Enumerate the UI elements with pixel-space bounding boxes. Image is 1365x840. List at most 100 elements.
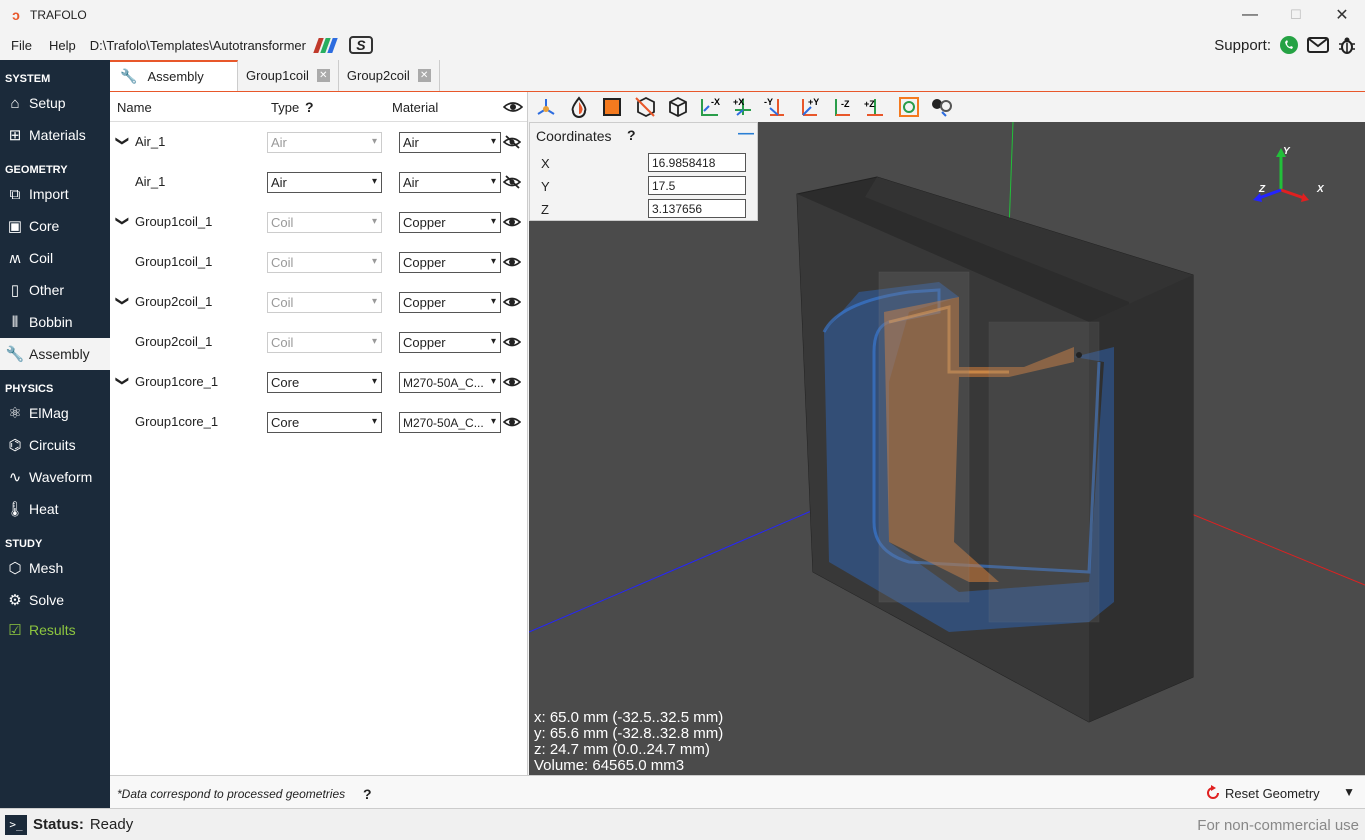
chevron-down-icon[interactable]: ❯ (114, 296, 130, 307)
coord-x-label: X (541, 156, 550, 171)
column-header-name[interactable]: Name (117, 92, 152, 122)
material-select[interactable]: Copper ▾ (399, 252, 501, 273)
column-header-type[interactable]: Type (271, 92, 299, 122)
svg-text:-Y: -Y (764, 97, 773, 107)
table-row[interactable]: Group1coil_1 Coil ▾ Copper ▾ (110, 242, 528, 282)
sidebar-item-results[interactable]: ☑ Results (0, 616, 110, 644)
eye-icon[interactable] (503, 334, 521, 350)
3d-viewport[interactable]: Y X Z Coordinates ? — X 16.9858418 Y 17.… (529, 122, 1365, 775)
cube-view-icon[interactable] (661, 94, 694, 120)
eye-icon[interactable] (503, 294, 521, 310)
eye-icon[interactable] (503, 414, 521, 430)
sidebar-item-heat[interactable]: 🌡 Heat (0, 493, 110, 525)
eye-icon[interactable] (503, 99, 523, 115)
chevron-down-icon[interactable]: ❯ (114, 376, 130, 387)
script-icon[interactable]: S (348, 36, 373, 54)
table-row[interactable]: Group1core_1 Core ▾ M270-50A_C... ▾ (110, 402, 528, 442)
sidebar-item-assembly[interactable]: 🔧 Assembly (0, 338, 110, 370)
menu-help[interactable]: Help (43, 38, 82, 53)
type-help-icon[interactable]: ? (305, 92, 314, 122)
type-select: Coil ▾ (267, 212, 382, 233)
sidebar-item-other[interactable]: ▯ Other (0, 274, 110, 306)
maximize-button[interactable]: ☐ (1273, 0, 1319, 30)
whatsapp-icon[interactable] (1279, 35, 1299, 55)
chevron-down-icon[interactable]: ❯ (114, 136, 130, 147)
column-header-material[interactable]: Material (392, 92, 438, 122)
sidebar-item-elmag[interactable]: ⚛ ElMag (0, 397, 110, 429)
menu-file[interactable]: File (5, 38, 38, 53)
sidebar-item-label: Import (29, 186, 69, 202)
close-icon[interactable]: ✕ (316, 69, 330, 82)
terminal-icon[interactable]: >_ (5, 814, 27, 835)
type-select[interactable]: Core ▾ (267, 412, 382, 433)
tab-assembly[interactable]: 🔧 Assembly (110, 60, 238, 91)
close-window-button[interactable]: ✕ (1319, 0, 1365, 30)
eye-icon[interactable] (503, 374, 521, 390)
view-minus-z-icon[interactable]: -Z (826, 94, 859, 120)
material-select[interactable]: M270-50A_C... ▾ (399, 372, 501, 393)
table-row[interactable]: ❯ Air_1 Air ▾ Air ▾ (110, 122, 528, 162)
coordinates-minimize-button[interactable]: — (738, 125, 754, 143)
type-select[interactable]: Core ▾ (267, 372, 382, 393)
sidebar-item-mesh[interactable]: ⬡ Mesh (0, 552, 110, 584)
tab-group1coil[interactable]: Group1coil ✕ (238, 60, 339, 91)
status-label: Status: (33, 816, 84, 833)
chevron-down-icon[interactable]: ❯ (114, 216, 130, 227)
svg-text:+Y: +Y (808, 97, 819, 107)
axes-view-icon[interactable] (529, 94, 562, 120)
material-select[interactable]: Copper ▾ (399, 212, 501, 233)
matlab-icon[interactable] (313, 37, 338, 53)
coil-icon: ʍ (9, 249, 21, 267)
minimize-button[interactable]: — (1227, 0, 1273, 30)
sidebar-item-waveform[interactable]: ∿ Waveform (0, 461, 110, 493)
view-minus-y-icon[interactable]: -Y (760, 94, 793, 120)
material-select[interactable]: Copper ▾ (399, 332, 501, 353)
mail-icon[interactable] (1307, 36, 1329, 54)
sidebar-item-solve[interactable]: ⚙ Solve (0, 584, 110, 616)
material-select[interactable]: Copper ▾ (399, 292, 501, 313)
row-name: Air_1 (135, 134, 166, 149)
view-minus-x-icon[interactable]: -X (694, 94, 727, 120)
material-select[interactable]: M270-50A_C... ▾ (399, 412, 501, 433)
material-select[interactable]: Air ▾ (399, 132, 501, 153)
sidebar-item-import[interactable]: ⧉ Import (0, 178, 110, 210)
table-row[interactable]: ❯ Group2coil_1 Coil ▾ Copper ▾ (110, 282, 528, 322)
table-row[interactable]: ❯ Group1coil_1 Coil ▾ Copper ▾ (110, 202, 528, 242)
type-value: Coil (271, 255, 294, 270)
table-row[interactable]: Group2coil_1 Coil ▾ Copper ▾ (110, 322, 528, 362)
view-plus-y-icon[interactable]: +Y (793, 94, 826, 120)
solid-view-icon[interactable] (595, 94, 628, 120)
table-row[interactable]: Air_1 Air ▾ Air ▾ (110, 162, 528, 202)
coordinates-help-icon[interactable]: ? (627, 127, 636, 143)
transparency-icon[interactable] (562, 94, 595, 120)
chevron-down-icon: ▾ (371, 336, 377, 347)
sidebar-item-coil[interactable]: ʍ Coil (0, 242, 110, 274)
eye-hidden-icon[interactable] (503, 134, 521, 150)
sidebar-item-setup[interactable]: ⌂ Setup (0, 87, 110, 119)
fit-view-icon[interactable] (892, 94, 925, 120)
sidebar-item-circuits[interactable]: ⌬ Circuits (0, 429, 110, 461)
clip-view-icon[interactable] (628, 94, 661, 120)
reset-geometry-button[interactable]: Reset Geometry (1205, 785, 1320, 801)
chevron-down-icon[interactable]: ▼ (1343, 785, 1355, 799)
bug-icon[interactable] (1337, 35, 1357, 55)
sidebar-item-core[interactable]: ▣ Core (0, 210, 110, 242)
eye-icon[interactable] (503, 254, 521, 270)
table-row[interactable]: ❯ Group1core_1 Core ▾ M270-50A_C... ▾ (110, 362, 528, 402)
coord-y-field[interactable]: 17.5 (648, 176, 746, 195)
material-select[interactable]: Air ▾ (399, 172, 501, 193)
coord-z-field[interactable]: 3.137656 (648, 199, 746, 218)
eye-hidden-icon[interactable] (503, 174, 521, 190)
close-icon[interactable]: ✕ (417, 69, 431, 82)
sidebar-item-bobbin[interactable]: ⫴ Bobbin (0, 306, 110, 338)
coord-x-field[interactable]: 16.9858418 (648, 153, 746, 172)
tab-group2coil[interactable]: Group2coil ✕ (338, 60, 440, 91)
type-select[interactable]: Air ▾ (267, 172, 382, 193)
footer-help-icon[interactable]: ? (363, 786, 372, 802)
eye-icon[interactable] (503, 214, 521, 230)
sidebar-item-materials[interactable]: ⊞ Materials (0, 119, 110, 151)
view-plus-x-icon[interactable]: +X (727, 94, 760, 120)
sidebar-item-label: Coil (29, 250, 54, 266)
camera-icon[interactable] (925, 94, 958, 120)
view-plus-z-icon[interactable]: +Z (859, 94, 892, 120)
